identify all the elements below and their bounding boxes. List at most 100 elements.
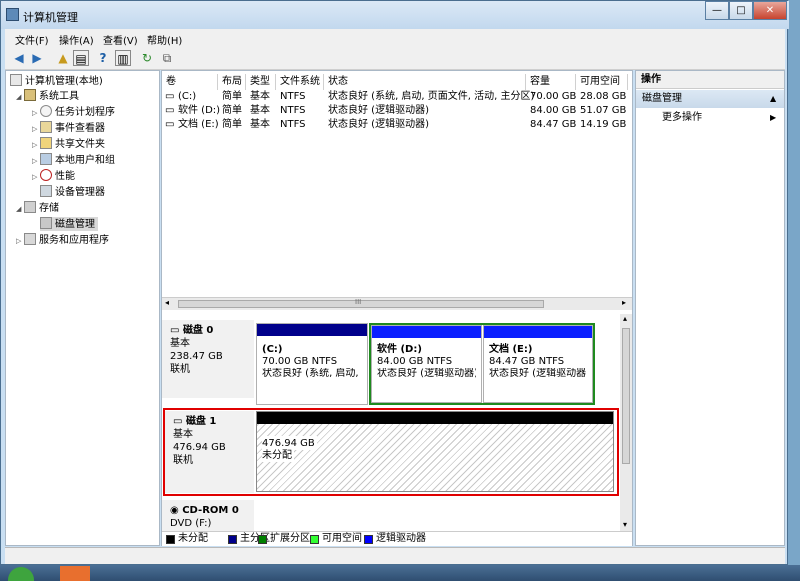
tree-item-local-users[interactable]: ▷ 本地用户和组 xyxy=(32,153,115,167)
legend-swatch-primary xyxy=(228,535,237,544)
show-hide-action-icon[interactable]: ▥ xyxy=(115,50,131,66)
tree-item-system-tools[interactable]: ◢ 系统工具 xyxy=(16,89,79,103)
actions-pane: 操作 磁盘管理 ▲ 更多操作 ▶ xyxy=(635,70,785,546)
status-bar xyxy=(5,547,785,564)
menu-action[interactable]: 操作(A) xyxy=(59,32,94,47)
app-icon xyxy=(6,8,19,21)
partition-c[interactable]: (C:) 70.00 GB NTFS 状态良好 (系统, 启动, 页 xyxy=(256,323,368,405)
column-header-type[interactable]: 类型 xyxy=(246,74,276,90)
volume-icon: ▭ xyxy=(165,119,175,130)
tree-item-disk-management[interactable]: 磁盘管理 xyxy=(40,217,98,231)
tree-item-services-apps[interactable]: ▷ 服务和应用程序 xyxy=(16,233,109,247)
volume-icon: ▭ xyxy=(165,91,175,102)
tree-item-performance[interactable]: ▷ 性能 xyxy=(32,169,75,183)
partition-e[interactable]: 文档 (E:) 84.47 GB NTFS 状态良好 (逻辑驱动器) xyxy=(483,325,593,403)
legend-swatch-logical xyxy=(364,535,373,544)
submenu-arrow-icon: ▶ xyxy=(770,113,777,122)
expand-arrow-icon[interactable]: ▷ xyxy=(32,170,40,184)
partition-d[interactable]: 软件 (D:) 84.00 GB NTFS 状态良好 (逻辑驱动器) xyxy=(371,325,482,403)
close-button[interactable]: ✕ xyxy=(753,1,787,20)
help-icon[interactable]: ? xyxy=(95,50,111,66)
unallocated-space[interactable]: 476.94 GB 未分配 xyxy=(256,411,614,492)
start-button[interactable] xyxy=(8,567,34,581)
storage-icon xyxy=(24,201,36,213)
column-header-free-space[interactable]: 可用空间 xyxy=(576,74,628,90)
forward-icon[interactable]: ▶ xyxy=(29,50,45,66)
menu-bar: 文件(F) 操作(A) 查看(V) 帮助(H) xyxy=(5,29,785,47)
column-header-volume[interactable]: 卷 xyxy=(162,74,218,90)
minimize-button[interactable]: — xyxy=(705,1,729,20)
performance-icon xyxy=(40,169,52,181)
legend: 未分配 主分区 扩展分区 可用空间 逻辑驱动器 xyxy=(162,531,632,546)
scroll-grip: III xyxy=(355,298,362,306)
main-window: 计算机管理 — □ ✕ 文件(F) 操作(A) 查看(V) 帮助(H) ◀ ▶ … xyxy=(0,0,789,565)
table-row[interactable]: ▭ (C:) 简单 基本 NTFS 状态良好 (系统, 启动, 页面文件, 活动… xyxy=(162,90,632,104)
collapse-up-icon[interactable]: ▲ xyxy=(770,90,776,108)
tree-item-event-viewer[interactable]: ▷ 事件查看器 xyxy=(32,121,105,135)
more-actions[interactable]: 更多操作 ▶ xyxy=(636,110,784,126)
up-folder-icon[interactable]: ▲ xyxy=(55,50,71,66)
vertical-scrollbar[interactable]: ▴ ▾ xyxy=(620,314,632,536)
table-row[interactable]: ▭ 软件 (D:) 简单 基本 NTFS 状态良好 (逻辑驱动器) 84.00 … xyxy=(162,104,632,118)
clock-icon xyxy=(40,105,52,117)
tree-item-storage[interactable]: ◢ 存储 xyxy=(16,201,59,215)
services-icon xyxy=(24,233,36,245)
device-manager-icon xyxy=(40,185,52,197)
disk-icon: ▭ xyxy=(173,416,186,427)
scroll-thumb[interactable] xyxy=(622,328,630,464)
actions-group-disk-management[interactable]: 磁盘管理 ▲ xyxy=(636,90,784,108)
actions-header: 操作 xyxy=(636,71,784,89)
column-header-capacity[interactable]: 容量 xyxy=(526,74,576,90)
scroll-thumb[interactable]: III xyxy=(178,298,544,308)
event-log-icon xyxy=(40,121,52,133)
volume-icon: ▭ xyxy=(165,105,175,116)
collapse-arrow-icon[interactable]: ◢ xyxy=(16,202,24,216)
column-header-filesystem[interactable]: 文件系统 xyxy=(276,74,324,90)
cdrom-label[interactable]: ◉ CD-ROM 0 DVD (F:) xyxy=(162,500,254,532)
menu-view[interactable]: 查看(V) xyxy=(103,32,138,47)
maximize-button[interactable]: □ xyxy=(729,1,753,20)
tree-item-device-manager[interactable]: 设备管理器 xyxy=(40,185,105,199)
toolbar: ◀ ▶ ▲ ▤ ? ▥ ↻ ⧉ xyxy=(5,47,785,70)
expand-arrow-icon[interactable]: ▷ xyxy=(32,106,40,120)
scroll-up-icon[interactable]: ▴ xyxy=(623,314,627,323)
tree-item-shared-folders[interactable]: ▷ 共享文件夹 xyxy=(32,137,105,151)
expand-arrow-icon[interactable]: ▷ xyxy=(16,234,24,248)
menu-file[interactable]: 文件(F) xyxy=(15,32,49,47)
refresh-icon[interactable]: ↻ xyxy=(139,50,155,66)
computer-icon xyxy=(10,74,22,86)
volume-list: 卷 布局 类型 文件系统 状态 容量 可用空间 ▭ (C:) 简单 基本 NTF… xyxy=(162,71,632,297)
shared-folder-icon xyxy=(40,137,52,149)
expand-arrow-icon[interactable]: ▷ xyxy=(32,122,40,136)
tools-icon xyxy=(24,89,36,101)
taskbar xyxy=(0,565,800,581)
export-icon[interactable]: ⧉ xyxy=(159,50,175,66)
scroll-down-icon[interactable]: ▾ xyxy=(623,520,627,529)
tree-item-task-scheduler[interactable]: ▷ 任务计划程序 xyxy=(32,105,115,119)
disk-management-pane: 卷 布局 类型 文件系统 状态 容量 可用空间 ▭ (C:) 简单 基本 NTF… xyxy=(161,70,633,546)
table-row[interactable]: ▭ 文档 (E:) 简单 基本 NTFS 状态良好 (逻辑驱动器) 84.47 … xyxy=(162,118,632,132)
taskbar-app-icon[interactable] xyxy=(60,566,90,581)
collapse-arrow-icon[interactable]: ◢ xyxy=(16,90,24,104)
column-header-layout[interactable]: 布局 xyxy=(218,74,246,90)
scroll-right-icon[interactable]: ▸ xyxy=(622,298,626,307)
disk-0-label[interactable]: ▭ 磁盘 0 基本 238.47 GB 联机 xyxy=(162,320,254,398)
back-icon[interactable]: ◀ xyxy=(11,50,27,66)
disk-1-label[interactable]: ▭ 磁盘 1 基本 476.94 GB 联机 xyxy=(165,411,254,493)
menu-help[interactable]: 帮助(H) xyxy=(147,32,182,47)
legend-swatch-free xyxy=(310,535,319,544)
expand-arrow-icon[interactable]: ▷ xyxy=(32,154,40,168)
legend-swatch-unallocated xyxy=(166,535,175,544)
expand-arrow-icon[interactable]: ▷ xyxy=(32,138,40,152)
column-header-status[interactable]: 状态 xyxy=(324,74,526,90)
cdrom-icon: ◉ xyxy=(170,505,183,516)
title-bar: 计算机管理 — □ ✕ xyxy=(1,1,789,29)
tree-item-computer-management[interactable]: 计算机管理(本地) xyxy=(10,74,103,88)
users-icon xyxy=(40,153,52,165)
horizontal-scrollbar[interactable]: ◂ III ▸ xyxy=(162,297,632,310)
scroll-left-icon[interactable]: ◂ xyxy=(165,298,169,307)
navigation-tree: 计算机管理(本地) ◢ 系统工具 ▷ 任务计划程序 ▷ 事件查看器 ▷ 共享文件夹 ▷ 本… xyxy=(5,70,160,546)
show-hide-tree-icon[interactable]: ▤ xyxy=(73,50,89,66)
disk-management-icon xyxy=(40,217,52,229)
legend-swatch-extended xyxy=(258,535,267,544)
